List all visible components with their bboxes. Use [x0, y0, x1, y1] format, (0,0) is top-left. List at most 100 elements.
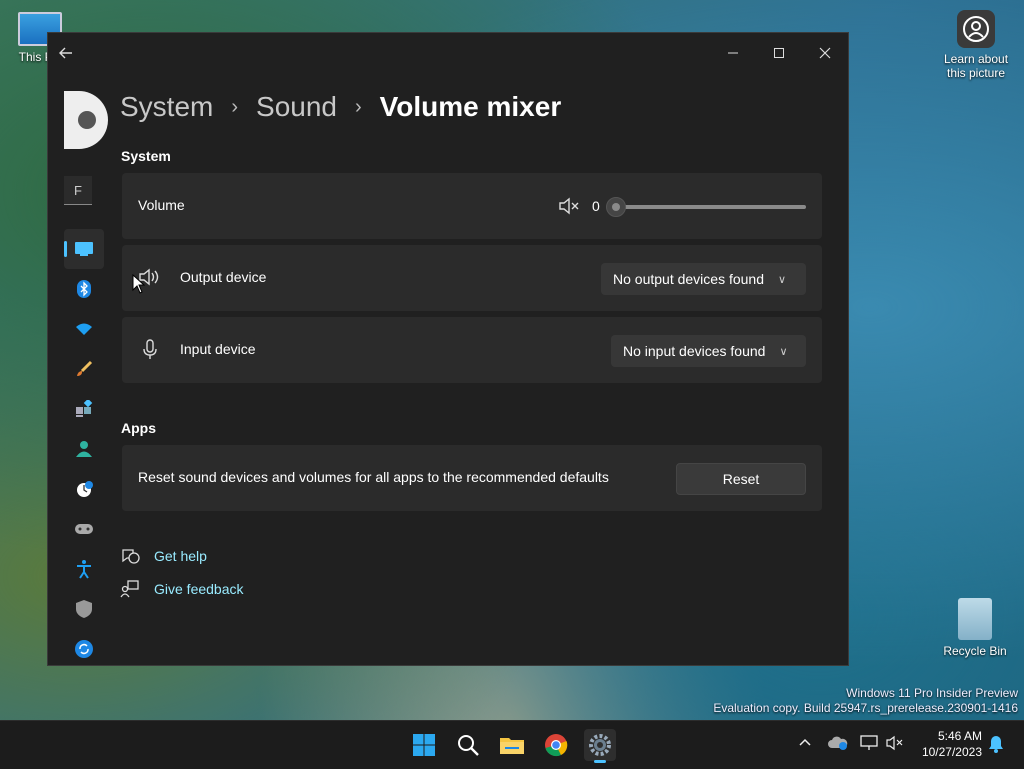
recycle-bin-icon	[958, 598, 992, 640]
breadcrumb-system[interactable]: System	[120, 91, 213, 123]
reset-description: Reset sound devices and volumes for all …	[138, 469, 609, 485]
desktop-icon-label: Recycle Bin	[943, 644, 1007, 658]
file-explorer-button[interactable]	[496, 729, 528, 761]
feedback-icon	[120, 580, 139, 598]
sidebar-item-accessibility[interactable]	[64, 549, 104, 589]
sidebar-item-apps[interactable]	[64, 389, 104, 429]
microphone-icon	[142, 339, 164, 361]
reset-card: Reset sound devices and volumes for all …	[122, 445, 822, 511]
chrome-button[interactable]	[540, 729, 572, 761]
output-device-value: No output devices found	[613, 271, 764, 287]
get-help-text[interactable]: Get help	[154, 548, 207, 564]
maximize-icon	[774, 48, 784, 58]
cloud-icon	[828, 736, 848, 750]
chevron-down-icon: ∨	[778, 273, 787, 286]
output-device-label: Output device	[180, 269, 267, 285]
minimize-button[interactable]	[710, 39, 756, 67]
section-title-apps: Apps	[121, 420, 156, 436]
help-icon	[122, 549, 140, 564]
sidebar-item-bluetooth[interactable]	[64, 269, 104, 309]
give-feedback-text[interactable]: Give feedback	[154, 581, 244, 597]
search-icon	[458, 735, 479, 756]
input-device-card: Input device No input devices found ∨	[122, 317, 822, 383]
bell-icon	[989, 736, 1003, 753]
bluetooth-icon	[77, 280, 91, 298]
folder-icon	[500, 738, 524, 754]
speaker-muted-icon	[886, 735, 903, 751]
chrome-icon	[545, 734, 568, 757]
mouse-cursor-icon	[132, 273, 146, 299]
notifications-button[interactable]	[988, 735, 1004, 758]
reset-button[interactable]: Reset	[676, 463, 806, 495]
shield-icon	[76, 600, 92, 618]
minimize-icon	[728, 52, 738, 54]
sidebar-item-windows-update[interactable]	[64, 629, 104, 665]
input-device-value: No input devices found	[623, 343, 766, 359]
breadcrumb-separator: ›	[231, 95, 239, 118]
volume-label: Volume	[138, 197, 185, 213]
close-icon	[819, 47, 831, 59]
sidebar-item-privacy-security[interactable]	[64, 589, 104, 629]
watermark-line: Windows 11 Pro Insider Preview	[846, 686, 1018, 700]
search-input-text: F	[74, 182, 82, 198]
clock-time: 5:46 AM	[937, 729, 982, 743]
output-device-dropdown[interactable]: No output devices found ∨	[601, 263, 806, 295]
chevron-up-icon	[799, 738, 811, 746]
settings-window: F System › Sound › Volume mixer System V…	[48, 33, 848, 665]
clock[interactable]: 5:46 AM 10/27/2023	[906, 728, 982, 760]
volume-slider-thumb[interactable]	[606, 197, 626, 217]
breadcrumb-sound[interactable]: Sound	[256, 91, 337, 123]
give-feedback-link[interactable]: Give feedback	[120, 579, 244, 599]
sidebar-nav	[64, 229, 104, 665]
close-button[interactable]	[802, 39, 848, 67]
build-watermark: Windows 11 Pro Insider Preview Evaluatio…	[713, 686, 1018, 716]
breadcrumb-separator: ›	[355, 95, 362, 118]
title-bar	[48, 33, 848, 65]
volume-slider-track[interactable]	[616, 205, 806, 209]
network-icon	[860, 735, 878, 750]
taskbar: 5:46 AM 10/27/2023	[0, 720, 1024, 769]
sidebar-item-personalization[interactable]	[64, 349, 104, 389]
output-device-card: Output device No output devices found ∨	[122, 245, 822, 311]
watermark-line: Evaluation copy. Build 25947.rs_prerelea…	[713, 701, 1018, 715]
camera-icon	[957, 10, 995, 48]
search-button[interactable]	[452, 729, 484, 761]
input-device-dropdown[interactable]: No input devices found ∨	[611, 335, 806, 367]
start-button[interactable]	[408, 729, 440, 761]
input-device-label: Input device	[180, 341, 256, 357]
chevron-down-icon: ∨	[779, 345, 788, 358]
search-input[interactable]: F	[64, 176, 92, 205]
settings-button[interactable]	[584, 729, 616, 763]
sidebar-item-system[interactable]	[64, 229, 104, 269]
desktop-icon-recycle-bin[interactable]: Recycle Bin	[940, 598, 1010, 658]
system-icon	[75, 242, 93, 256]
section-title-system: System	[121, 148, 171, 164]
back-button[interactable]	[58, 45, 82, 69]
show-hidden-icons-button[interactable]	[798, 735, 812, 754]
volume-card: Volume 0	[122, 173, 822, 239]
accounts-icon	[76, 441, 92, 457]
time-icon	[77, 481, 93, 497]
wifi-icon	[76, 323, 92, 335]
desktop-icon-learn-about-picture[interactable]: Learn about this picture	[936, 10, 1016, 80]
sidebar-item-gaming[interactable]	[64, 509, 104, 549]
accessibility-icon	[77, 560, 91, 579]
volume-tray-button[interactable]	[886, 735, 904, 756]
settings-gear-icon	[589, 734, 611, 756]
onedrive-tray-button[interactable]	[828, 735, 848, 756]
mute-button[interactable]	[558, 196, 580, 221]
sidebar-item-accounts[interactable]	[64, 429, 104, 469]
volume-value: 0	[592, 198, 600, 214]
gaming-icon	[75, 524, 93, 534]
sidebar-item-network[interactable]	[64, 309, 104, 349]
desktop-icon-label: Learn about this picture	[943, 52, 1009, 80]
network-tray-button[interactable]	[860, 735, 878, 756]
speaker-muted-icon	[559, 197, 579, 215]
get-help-link[interactable]: Get help	[120, 546, 207, 566]
brush-icon	[77, 360, 93, 376]
breadcrumb: System › Sound › Volume mixer	[120, 91, 561, 123]
maximize-button[interactable]	[756, 39, 802, 67]
sidebar-item-time-language[interactable]	[64, 469, 104, 509]
arrow-left-icon	[59, 47, 72, 59]
avatar[interactable]	[64, 91, 108, 149]
